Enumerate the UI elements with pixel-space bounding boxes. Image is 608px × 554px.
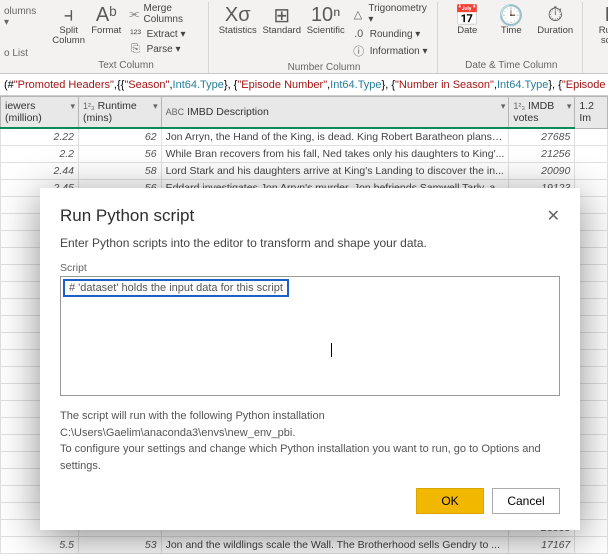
ribbon-group-text-column: ⫞ Split Column Aᵇ Format ⫘Merge Columns …: [44, 2, 208, 73]
script-line-highlight: # 'dataset' holds the input data for thi…: [63, 279, 289, 297]
cell-viewers: 2.44: [1, 163, 79, 180]
date-icon: 📅: [455, 4, 480, 26]
cell-votes: 17167: [509, 537, 575, 554]
cell-votes: 20090: [509, 163, 575, 180]
cell-partial: [575, 128, 608, 146]
cell-runtime: 56: [78, 146, 161, 163]
dialog-description: Enter Python scripts into the editor to …: [60, 236, 560, 250]
cell-viewers: 5.5: [1, 537, 79, 554]
text-cursor: [331, 343, 332, 357]
text-type-icon: ABC: [166, 107, 185, 117]
format-button[interactable]: Aᵇ Format: [89, 2, 124, 58]
format-icon: Aᵇ: [96, 4, 117, 26]
standard-button[interactable]: ⊞ Standard: [261, 2, 303, 58]
statistics-button[interactable]: Xσ Statistics: [217, 2, 259, 58]
rounding-icon: .0: [352, 28, 366, 40]
filter-dropdown-icon[interactable]: ▾: [567, 101, 572, 112]
table-row[interactable]: 2.256While Bran recovers from his fall, …: [1, 146, 608, 163]
table-row[interactable]: 2.2262Jon Arryn, the Hand of the King, i…: [1, 128, 608, 146]
time-button[interactable]: 🕒 Time: [490, 2, 532, 58]
close-icon[interactable]: ✕: [547, 206, 560, 226]
extract-button[interactable]: ¹²³Extract ▾: [126, 27, 202, 41]
run-r-script-button[interactable]: R Run R script: [591, 2, 608, 58]
cell-partial: [575, 537, 608, 554]
information-button[interactable]: ⓘInformation ▾: [349, 42, 432, 60]
ribbon-group-title: Text Column: [50, 58, 201, 73]
cell-runtime: 53: [78, 537, 161, 554]
filter-dropdown-icon[interactable]: ▾: [501, 101, 506, 112]
cell-partial: [575, 146, 608, 163]
column-header-votes[interactable]: 1²₃IMDB votes▾: [509, 97, 575, 129]
statistics-icon: Xσ: [225, 4, 251, 26]
merge-icon: ⫘: [129, 8, 140, 21]
column-header-runtime[interactable]: 1²₃Runtime (mins)▾: [78, 97, 161, 129]
trigonometry-button[interactable]: △Trigonometry ▾: [349, 2, 432, 26]
rounding-button[interactable]: .0Rounding ▾: [349, 27, 432, 41]
duration-button[interactable]: ⏱ Duration: [534, 2, 576, 58]
parse-icon: ⎘: [129, 43, 143, 56]
formula-text: (#: [4, 79, 14, 91]
dialog-title: Run Python script: [60, 206, 194, 226]
ribbon-group-scripts: R Run R script Py Run Python script Scri…: [585, 2, 608, 73]
cell-description: Jon and the wildlings scale the Wall. Th…: [161, 537, 509, 554]
formula-bar[interactable]: (# "Promoted Headers" ,{{ "Season" , Int…: [0, 74, 608, 96]
trig-icon: △: [352, 8, 365, 21]
info-icon: ⓘ: [352, 43, 366, 59]
cell-votes: 27685: [509, 128, 575, 146]
ribbon-group-datetime: 📅 Date 🕒 Time ⏱ Duration Date & Time Col…: [440, 2, 583, 73]
cancel-button[interactable]: Cancel: [492, 488, 560, 514]
to-list-partial[interactable]: o List: [4, 48, 36, 59]
column-header-viewers[interactable]: iewers (million)▾: [1, 97, 79, 129]
ribbon-group-title: Scripts: [591, 58, 608, 73]
table-row[interactable]: 2.4458Lord Stark and his daughters arriv…: [1, 163, 608, 180]
columns-dropdown-partial[interactable]: olumns ▾: [4, 6, 36, 28]
ribbon-group-title: Date & Time Column: [446, 58, 576, 73]
cell-runtime: 62: [78, 128, 161, 146]
split-column-icon: ⫞: [64, 4, 74, 26]
merge-columns-button[interactable]: ⫘Merge Columns: [126, 2, 202, 26]
cell-partial: [575, 163, 608, 180]
filter-dropdown-icon[interactable]: ▾: [153, 101, 158, 112]
cell-viewers: 2.22: [1, 128, 79, 146]
column-header-description[interactable]: ABCIMBD Description▾: [161, 97, 509, 129]
table-row[interactable]: 5.553Jon and the wildlings scale the Wal…: [1, 537, 608, 554]
cell-description: While Bran recovers from his fall, Ned t…: [161, 146, 509, 163]
run-python-script-dialog: Run Python script ✕ Enter Python scripts…: [40, 188, 580, 530]
column-header-partial[interactable]: 1.2 Im: [575, 97, 608, 129]
parse-button[interactable]: ⎘Parse ▾: [126, 42, 202, 57]
cell-runtime: 58: [78, 163, 161, 180]
split-column-button[interactable]: ⫞ Split Column: [50, 2, 87, 58]
number-type-icon: 1²₃: [513, 101, 525, 111]
script-field-label: Script: [60, 262, 560, 274]
date-button[interactable]: 📅 Date: [446, 2, 488, 58]
ok-button[interactable]: OK: [416, 488, 484, 514]
duration-icon: ⏱: [547, 4, 563, 26]
cell-description: Jon Arryn, the Hand of the King, is dead…: [161, 128, 509, 146]
script-editor[interactable]: # 'dataset' holds the input data for thi…: [60, 276, 560, 396]
cell-viewers: 2.2: [1, 146, 79, 163]
ribbon-group-number-column: Xσ Statistics ⊞ Standard 10ⁿ Scientific …: [211, 2, 439, 73]
cell-votes: 21256: [509, 146, 575, 163]
ribbon-toolbar: olumns ▾ o List ⫞ Split Column Aᵇ Format…: [0, 0, 608, 74]
extract-icon: ¹²³: [129, 28, 143, 40]
scientific-button[interactable]: 10ⁿ Scientific: [305, 2, 347, 58]
filter-dropdown-icon[interactable]: ▾: [70, 101, 75, 112]
ribbon-group-title: Number Column: [217, 60, 432, 75]
cell-description: Lord Stark and his daughters arrive at K…: [161, 163, 509, 180]
time-icon: 🕒: [499, 4, 524, 26]
standard-icon: ⊞: [273, 4, 290, 26]
ribbon-partial-left: olumns ▾ o List: [4, 2, 42, 73]
scientific-icon: 10ⁿ: [311, 4, 341, 26]
number-type-icon: 1²₃: [83, 101, 95, 111]
dialog-footnote: The script will run with the following P…: [60, 408, 560, 474]
